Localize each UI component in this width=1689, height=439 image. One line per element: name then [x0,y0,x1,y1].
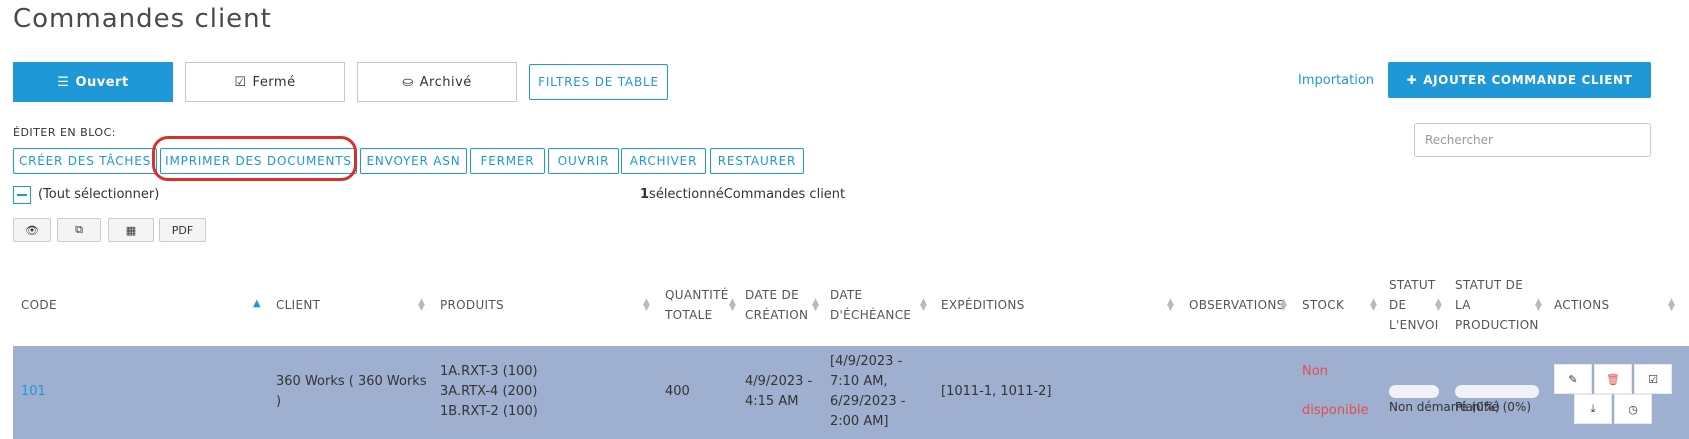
quantity-cell: 400 [665,384,690,399]
col-quantite-line1: QUANTITÉ [665,288,729,302]
col-date-echeance-line1: DATE [830,288,863,302]
restore-button[interactable]: RESTAURER [710,148,804,174]
product-line3: 1B.RXT-2 (100) [440,404,538,419]
col-date-echeance-line2: D'ÉCHÉANCE [830,308,912,322]
send-asn-button[interactable]: ENVOYER ASN [360,148,467,174]
page-title: Commandes client [13,4,272,34]
col-statut-envoi[interactable]: STATUT DE L'ENVOI [1389,275,1439,335]
col-date-creation-line1: DATE DE [745,288,799,302]
col-date-creation-line2: CRÉATION [745,308,809,322]
tab-ouvert[interactable]: ☰ Ouvert [13,62,173,102]
check-icon[interactable]: ☑ [1634,364,1672,394]
product-line2: 3A.RTX-4 (200) [440,384,538,399]
select-all-label: (Tout sélectionner) [38,187,160,202]
pdf-button[interactable]: PDF [159,218,206,242]
col-date-echeance[interactable]: DATE D'ÉCHÉANCE [830,285,911,325]
col-actions: ACTIONS [1554,298,1610,312]
date-echeance-line2: 7:10 AM, [830,374,888,389]
sort-icon[interactable]: ▲ ▼ [1535,298,1542,313]
clock-icon[interactable]: ◷ [1614,394,1652,424]
highlight-annotation [152,136,357,181]
col-expeditions[interactable]: EXPÉDITIONS [941,295,1025,315]
date-creation-cell: 4/9/2023 - 4:15 AM [745,372,812,412]
client-line1: 360 Works ( 360 Works [276,374,427,389]
sort-asc-icon[interactable]: ▲ [253,298,261,309]
selection-count-text: sélectionnéCommandes client [649,187,846,202]
client-cell: 360 Works ( 360 Works ) [276,372,427,412]
client-line2: ) [276,394,282,409]
add-customer-order-button[interactable]: ✚ AJOUTER COMMANDE CLIENT [1388,62,1651,98]
col-client[interactable]: CLIENT [276,295,320,315]
col-statut-prod-line1: STATUT DE [1455,278,1524,292]
open-button[interactable]: OUVRIR [548,148,619,174]
col-quantite[interactable]: QUANTITÉ TOTALE [665,285,729,325]
order-code-link[interactable]: 101 [21,382,46,402]
date-creation-line1: 4/9/2023 - [745,374,813,389]
col-code[interactable]: CODE [21,295,57,315]
copy-icon[interactable]: ⧉ [57,218,101,242]
tab-archive[interactable]: ⛀ Archivé [357,62,517,102]
import-link[interactable]: Importation [1298,73,1374,88]
tab-label: Ouvert [75,74,129,90]
expeditions-cell: [1011-1, 1011-2] [941,384,1052,399]
create-tasks-button[interactable]: CRÉER DES TÂCHES [13,148,157,174]
plus-icon: ✚ [1406,73,1418,87]
download-icon[interactable]: ⤓ [1574,394,1612,424]
inbox-icon: ⛀ [402,74,414,90]
sort-icon[interactable]: ▲ ▼ [643,298,650,313]
sort-icon[interactable]: ▲ ▼ [1370,298,1377,313]
sort-icon[interactable]: ▲ ▼ [920,298,927,313]
stock-status-line1: Non [1302,364,1328,379]
sort-icon[interactable]: ▲ ▼ [418,298,425,313]
check-square-icon: ☑ [234,74,247,90]
sort-icon[interactable]: ▲ ▼ [1435,298,1442,313]
col-statut-production[interactable]: STATUT DE LA PRODUCTION [1455,275,1539,335]
col-statut-prod-line3: PRODUCTION [1455,318,1539,332]
search-input[interactable]: Rechercher [1414,123,1651,157]
col-statut-envoi-line2: DE [1389,298,1407,312]
col-produits[interactable]: PRODUITS [440,295,504,315]
col-observations[interactable]: OBSERVATIONS [1189,295,1285,315]
table-filters-button[interactable]: FILTRES DE TABLE [529,64,668,100]
products-cell: 1A.RXT-3 (100) 3A.RTX-4 (200) 1B.RXT-2 (… [440,362,538,422]
stock-status-line2: disponible [1302,403,1369,418]
col-statut-envoi-line3: L'ENVOI [1389,318,1439,332]
close-button[interactable]: FERMER [470,148,545,174]
eye-icon[interactable]: 👁 [13,218,51,242]
sort-icon[interactable]: ▲ ▼ [1668,298,1675,313]
col-stock[interactable]: STOCK [1302,295,1344,315]
date-echeance-line1: [4/9/2023 - [830,354,903,369]
sort-icon[interactable]: ▲ ▼ [729,298,736,313]
sort-icon[interactable]: ▲ ▼ [1167,298,1174,313]
add-button-label: AJOUTER COMMANDE CLIENT [1423,73,1633,87]
col-statut-envoi-line1: STATUT [1389,278,1436,292]
archive-button[interactable]: ARCHIVER [621,148,706,174]
tab-label: Archivé [419,74,472,90]
tab-ferme[interactable]: ☑ Fermé [185,62,345,102]
selection-count-number: 1 [640,187,650,202]
date-echeance-cell: [4/9/2023 - 7:10 AM, 6/29/2023 - 2:00 AM… [830,352,905,432]
tab-label: Fermé [252,74,296,90]
product-line1: 1A.RXT-3 (100) [440,364,538,379]
select-all-checkbox[interactable] [13,186,31,204]
selection-count: 1sélectionnéCommandes client [640,185,845,205]
table-icon[interactable]: ▦ [108,218,154,242]
production-status-text: Planifié (0%) [1455,400,1532,414]
trash-icon[interactable]: 🗑 [1594,364,1632,394]
date-creation-line2: 4:15 AM [745,394,799,409]
bulk-edit-label: ÉDITER EN BLOC: [13,126,116,139]
sort-icon[interactable]: ▲ ▼ [812,298,819,313]
col-date-creation[interactable]: DATE DE CRÉATION [745,285,808,325]
sort-icon[interactable]: ▲ ▼ [1280,298,1287,313]
list-icon: ☰ [57,74,70,90]
col-statut-prod-line2: LA [1455,298,1471,312]
date-echeance-line3: 6/29/2023 - [830,394,906,409]
date-echeance-line4: 2:00 AM] [830,414,889,429]
edit-icon[interactable]: ✎ [1554,364,1592,394]
col-quantite-line2: TOTALE [665,308,713,322]
